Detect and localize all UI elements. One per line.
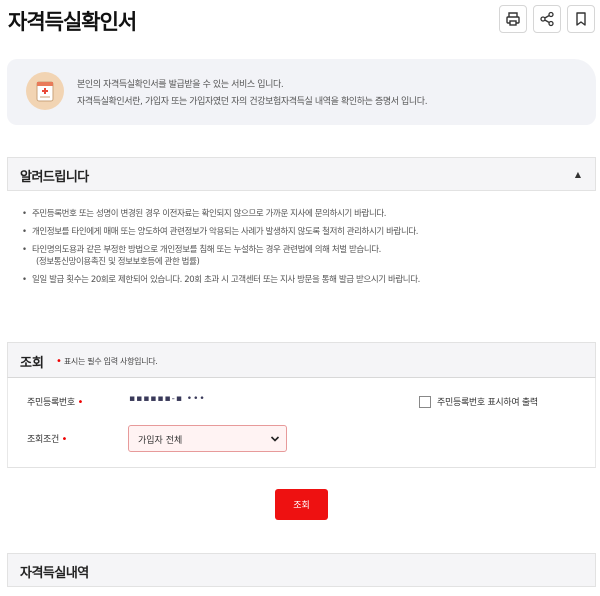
collapse-toggle-icon[interactable]: ▲ bbox=[575, 170, 581, 179]
notice-item: 개인정보를 타인에게 매매 또는 양도하여 관련정보가 악용되는 사례가 발생하… bbox=[22, 226, 587, 238]
page-title: 자격득실확인서 bbox=[8, 10, 137, 34]
notice-item: 일일 발급 횟수는 20회로 제한되어 있습니다. 20회 초과 시 고객센터 … bbox=[22, 274, 587, 286]
bookmark-button[interactable] bbox=[567, 5, 595, 33]
intro-text: 본인의 자격득실확인서를 발급받을 수 있는 서비스 입니다. 자격득실확인서란… bbox=[77, 77, 428, 111]
rrn-display-option[interactable]: 주민등록번호 표시하여 출력 bbox=[419, 395, 538, 408]
result-header: 자격득실내역 bbox=[7, 553, 596, 587]
condition-select[interactable]: 가입자 전체 bbox=[128, 425, 287, 452]
rrn-label: 주민등록번호 • bbox=[27, 397, 84, 408]
notice-list: 주민등록번호 또는 성명이 변경된 경우 이전자료는 확인되지 않으므로 가까운… bbox=[22, 208, 587, 292]
rrn-value: ▪▪▪▪▪▪-▪ ••• bbox=[129, 394, 206, 404]
page-actions bbox=[499, 5, 595, 33]
rrn-display-checkbox-label: 주민등록번호 표시하여 출력 bbox=[437, 398, 538, 408]
condition-label: 조회조건 • bbox=[27, 434, 68, 445]
rrn-display-checkbox[interactable] bbox=[419, 395, 431, 408]
notice-item: 주민등록번호 또는 성명이 변경된 경우 이전자료는 확인되지 않으므로 가까운… bbox=[22, 208, 587, 220]
search-button[interactable]: 조회 bbox=[275, 489, 328, 520]
document-cross-icon bbox=[26, 72, 64, 110]
notice-title: 알려드립니다 bbox=[20, 170, 89, 185]
result-title: 자격득실내역 bbox=[20, 566, 89, 581]
required-mark: • bbox=[56, 356, 62, 367]
notice-header[interactable]: 알려드립니다 ▲ bbox=[7, 157, 596, 191]
print-icon bbox=[506, 12, 520, 26]
intro-box: 본인의 자격득실확인서를 발급받을 수 있는 서비스 입니다. 자격득실확인서란… bbox=[7, 59, 596, 125]
intro-line-1: 본인의 자격득실확인서를 발급받을 수 있는 서비스 입니다. bbox=[77, 80, 284, 90]
chevron-down-icon bbox=[270, 436, 280, 442]
condition-select-value: 가입자 전체 bbox=[138, 436, 183, 446]
bookmark-icon bbox=[576, 12, 586, 26]
print-button[interactable] bbox=[499, 5, 527, 33]
share-icon bbox=[540, 11, 554, 27]
share-button[interactable] bbox=[533, 5, 561, 33]
intro-line-2: 자격득실확인서란, 가입자 또는 가입자였던 자의 건강보험자격득실 내역을 확… bbox=[77, 97, 428, 107]
notice-item: 타인명의도용과 같은 부정한 방법으로 개인정보를 침해 또는 누설하는 경우 … bbox=[22, 244, 587, 268]
query-header: 조회 • 표시는 필수 입력 사항입니다. bbox=[7, 342, 596, 378]
query-form bbox=[7, 378, 596, 468]
required-note: • 표시는 필수 입력 사항입니다. bbox=[56, 356, 158, 367]
query-title: 조회 bbox=[20, 356, 44, 371]
notice-sub-item: (정보통신망이용촉진 및 정보보호등에 관한 법률) bbox=[36, 257, 200, 267]
